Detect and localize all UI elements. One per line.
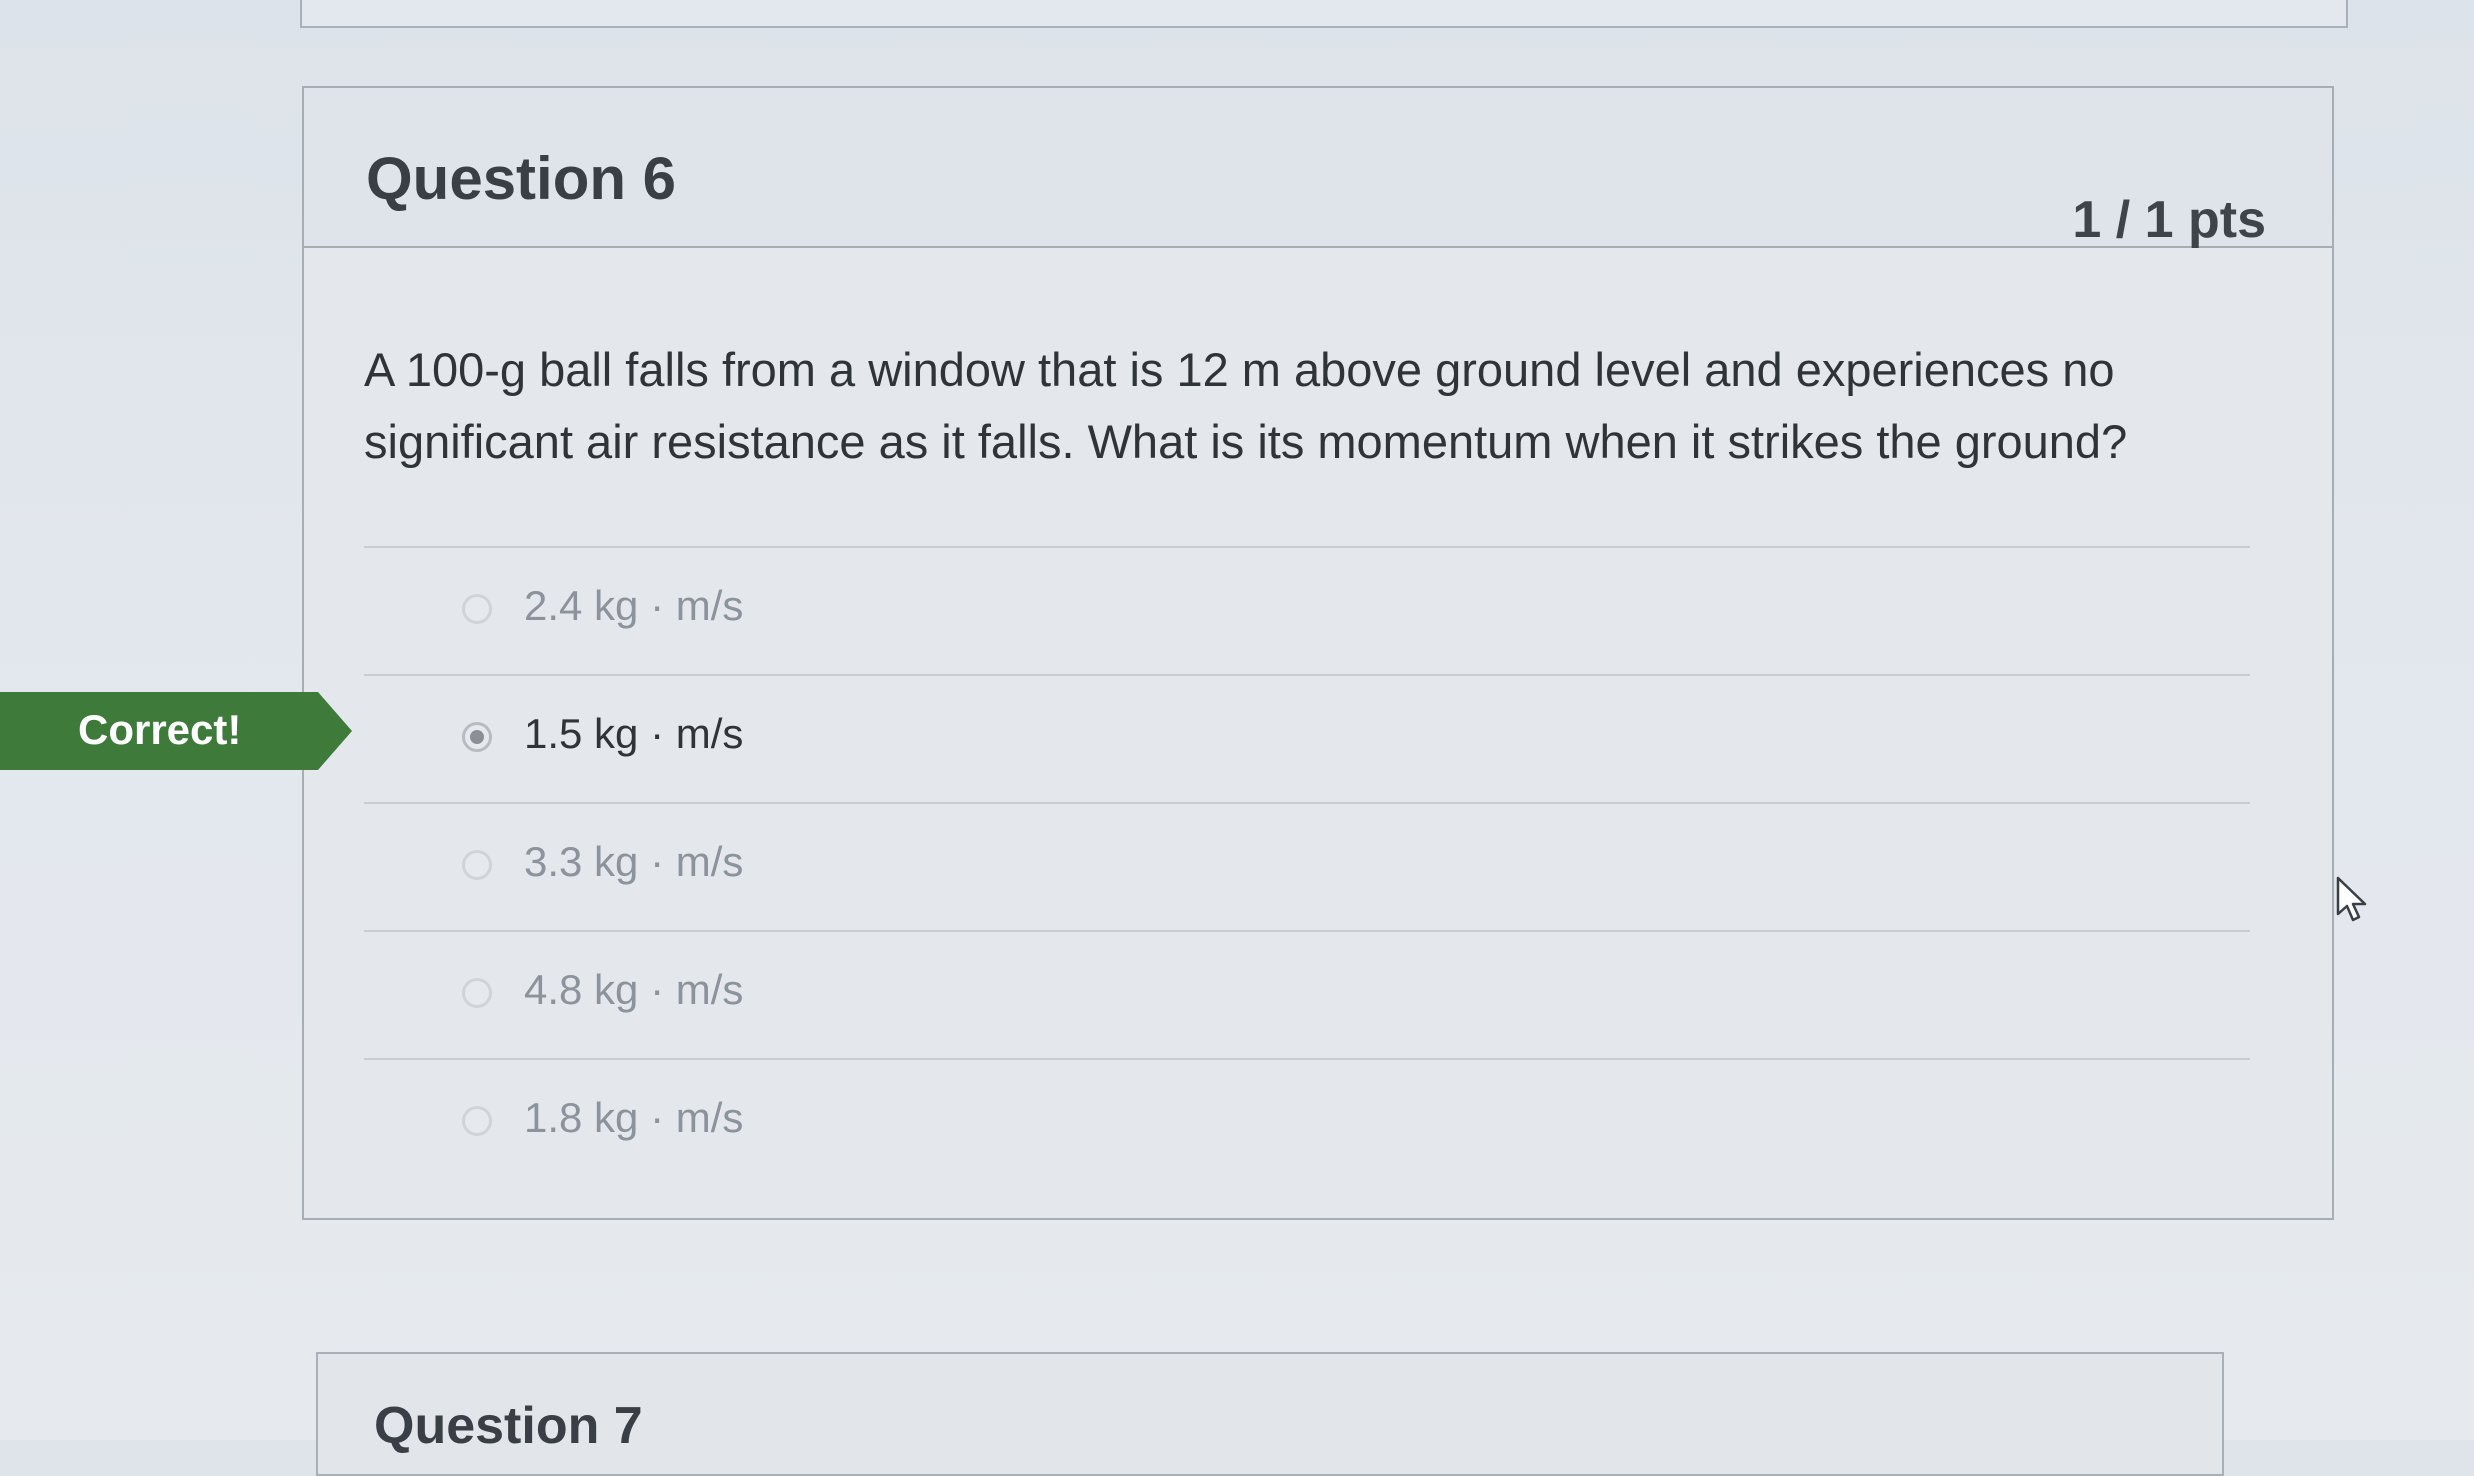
next-question-title: Question 7 [374,1397,643,1455]
answer-option-selected[interactable]: 1.5 kg · m/s [364,674,2250,802]
answer-list: 2.4 kg · m/s 1.5 kg · m/s 3.3 kg · m/s 4… [364,546,2250,1186]
question-card: Question 6 1 / 1 pts A 100-g ball falls … [302,86,2334,1220]
answer-option[interactable]: 3.3 kg · m/s [364,802,2250,930]
answer-option[interactable]: 2.4 kg · m/s [364,546,2250,674]
question-header: Question 6 1 / 1 pts [304,88,2332,249]
radio-button-icon[interactable] [462,850,492,880]
mouse-pointer-icon [2336,876,2367,922]
radio-button-icon[interactable] [462,1106,492,1136]
answer-label: 1.8 kg · m/s [524,1094,744,1141]
radio-button-icon[interactable] [462,594,492,624]
previous-question-card [300,0,2348,28]
answer-option[interactable]: 4.8 kg · m/s [364,930,2250,1058]
quiz-results-page: Question 6 1 / 1 pts A 100-g ball falls … [0,0,2474,1476]
answer-label: 3.3 kg · m/s [524,838,744,885]
answer-option[interactable]: 1.8 kg · m/s [364,1058,2250,1186]
radio-button-checked-icon[interactable] [462,722,492,752]
answer-label: 1.5 kg · m/s [524,710,744,757]
question-title: Question 6 [366,145,677,212]
correct-banner: Correct! [0,692,352,770]
question-text: A 100-g ball falls from a window that is… [364,343,2128,468]
answer-label: 2.4 kg · m/s [524,582,744,629]
answer-label: 4.8 kg · m/s [524,966,744,1013]
next-question-card: Question 7 [316,1352,2224,1476]
radio-button-icon[interactable] [462,978,492,1008]
question-points: 1 / 1 pts [2072,191,2266,249]
correct-label: Correct! [78,706,242,753]
